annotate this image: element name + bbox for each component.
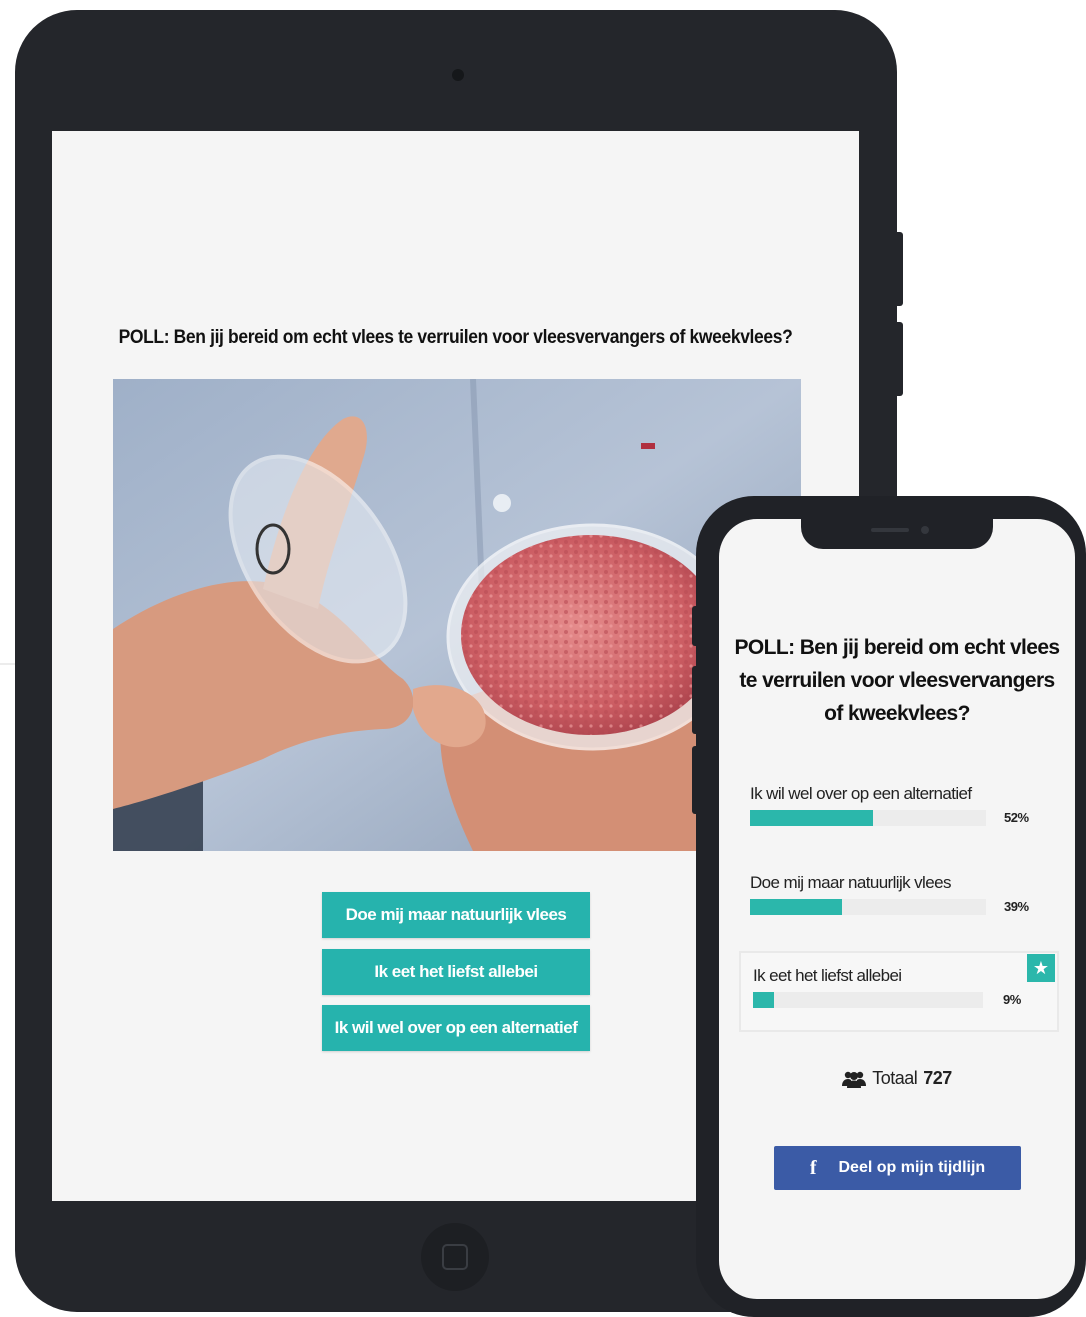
users-icon (842, 1071, 867, 1088)
total-value: 727 (923, 1068, 952, 1088)
phone-volume-up-button (692, 666, 697, 734)
result-label: Doe mij maar natuurlijk vlees (750, 873, 951, 892)
facebook-icon: f (809, 1156, 817, 1179)
total-label: Totaal (872, 1068, 918, 1088)
tablet-volume-up-button (897, 232, 903, 306)
result-percent: 39% (1004, 899, 1029, 914)
tablet-volume-down-button (897, 322, 903, 396)
phone-device: POLL: Ben jij bereid om echt vlees te ve… (692, 496, 1086, 1317)
speaker-grille (871, 528, 909, 532)
phone-mute-switch (692, 606, 697, 646)
front-camera (921, 526, 929, 534)
phone-poll-question: POLL: Ben jij bereid om echt vlees te ve… (734, 636, 1060, 725)
result-bar-fill (750, 810, 873, 826)
share-button-label: Deel op mijn tijdlijn (838, 1159, 986, 1176)
result-label: Ik eet het liefst allebei (753, 966, 902, 985)
result-label: Ik wil wel over op een alternatief (750, 784, 972, 803)
result-percent: 52% (1004, 810, 1029, 825)
tablet-camera (452, 69, 464, 81)
result-bar-fill (753, 992, 774, 1008)
tablet-poll-question: POLL: Ben jij bereid om echt vlees te ve… (118, 327, 793, 348)
phone-screen: POLL: Ben jij bereid om echt vlees te ve… (719, 519, 1075, 1299)
phone-notch (801, 519, 993, 549)
vote-button-allebei[interactable]: Ik eet het liefst allebei (322, 949, 590, 995)
share-facebook-button[interactable]: f Deel op mijn tijdlijn (774, 1146, 1021, 1190)
result-bar-track (750, 810, 986, 826)
phone-volume-down-button (692, 746, 697, 814)
vote-button-alternatief[interactable]: Ik wil wel over op een alternatief (322, 1005, 590, 1051)
result-bar-track (753, 992, 983, 1008)
result-bar-track (750, 899, 986, 915)
total-votes: Totaal 727 (719, 1068, 1075, 1089)
star-icon: ★ (1027, 954, 1055, 982)
tablet-home-button[interactable] (421, 1223, 489, 1291)
result-bar-fill (750, 899, 843, 915)
vote-button-natuurlijk-vlees[interactable]: Doe mij maar natuurlijk vlees (322, 892, 590, 938)
home-square-icon (442, 1244, 468, 1270)
result-percent: 9% (1003, 992, 1021, 1007)
